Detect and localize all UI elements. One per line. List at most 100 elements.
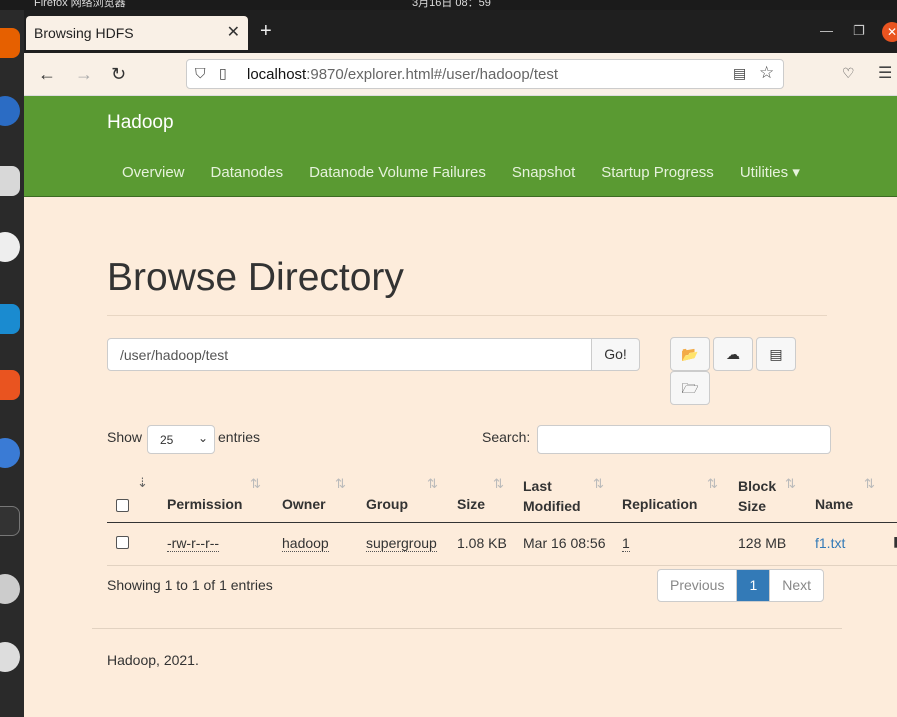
page-length-select[interactable]: 25 ⌄ <box>147 425 215 454</box>
folder-open-icon: 📂 <box>681 346 699 362</box>
col-size[interactable]: Size <box>457 496 485 512</box>
new-tab-icon[interactable]: + <box>260 20 272 43</box>
footer-divider <box>92 628 842 629</box>
pocket-icon[interactable]: ♡ <box>842 65 855 82</box>
nav-volume-failures[interactable]: Datanode Volume Failures <box>309 164 486 181</box>
drive-icon[interactable] <box>0 642 20 672</box>
search-label: Search: <box>482 429 531 445</box>
nav-toolbar: ← → ↻ ⛉ ▯ localhost:9870/explorer.html#/… <box>24 53 897 96</box>
shield-icon[interactable]: ⛉ <box>195 65 206 82</box>
list-icon: ▤ <box>769 346 783 362</box>
sort-icon[interactable]: ⇅ <box>250 476 261 492</box>
software-icon[interactable] <box>0 370 20 400</box>
row-divider <box>107 565 897 566</box>
previous-button[interactable]: Previous <box>658 570 738 601</box>
files-icon[interactable] <box>0 166 20 196</box>
search-input[interactable] <box>537 425 831 454</box>
bookmark-star-icon[interactable]: ☆ <box>759 63 774 83</box>
col-block-size[interactable]: Block Size <box>738 476 783 516</box>
cell-size: 1.08 KB <box>457 535 507 551</box>
upload-button[interactable]: ☁ <box>713 337 753 371</box>
col-permission[interactable]: Permission <box>167 496 242 512</box>
page-1-button[interactable]: 1 <box>737 570 771 601</box>
nav-overview[interactable]: Overview <box>122 164 185 181</box>
sort-icon[interactable]: ⇅ <box>493 476 504 492</box>
tab-title: Browsing HDFS <box>34 25 134 41</box>
cell-group[interactable]: supergroup <box>366 535 437 552</box>
trash-icon[interactable]: ▮ <box>893 533 897 550</box>
firefox-icon[interactable] <box>0 28 20 58</box>
sort-icon[interactable]: ⇅ <box>864 476 875 492</box>
cell-owner[interactable]: hadoop <box>282 535 329 552</box>
file-link-f1[interactable]: f1.txt <box>815 535 845 551</box>
tab-browsing-hdfs[interactable]: Browsing HDFS ✕ <box>26 16 248 50</box>
col-group[interactable]: Group <box>366 496 408 512</box>
tab-bar: Browsing HDFS ✕ + — ❐ ✕ <box>24 10 897 53</box>
table-header: ⇣ Permission ⇅ Owner ⇅ Group ⇅ Size ⇅ La… <box>107 471 897 523</box>
hamburger-menu-icon[interactable]: ☰ <box>878 63 892 83</box>
restore-icon[interactable]: ❐ <box>853 23 865 39</box>
nav-snapshot[interactable]: Snapshot <box>512 164 575 181</box>
sort-icon[interactable]: ⇅ <box>335 476 346 492</box>
forward-icon[interactable]: → <box>75 64 93 85</box>
nav-utilities[interactable]: Utilities ▾ <box>740 164 800 181</box>
os-app-name: Firefox 网络浏览器 <box>34 0 126 9</box>
terminal-icon[interactable] <box>0 506 20 536</box>
col-last-modified[interactable]: Last Modified <box>523 476 583 516</box>
tab-close-icon[interactable]: ✕ <box>227 22 240 42</box>
brand-hadoop[interactable]: Hadoop <box>107 112 174 134</box>
sort-icon[interactable]: ⇅ <box>593 476 604 492</box>
cloud-upload-icon: ☁ <box>726 346 740 362</box>
cell-permission[interactable]: -rw-r--r-- <box>167 535 220 552</box>
cut-paste-button[interactable]: ▤ <box>756 337 796 371</box>
sort-icon[interactable]: ⇅ <box>427 476 438 492</box>
minimize-icon[interactable]: — <box>820 23 833 38</box>
page-length-value: 25 <box>160 433 174 447</box>
url-text[interactable]: localhost:9870/explorer.html#/user/hadoo… <box>247 66 558 83</box>
directory-path-input[interactable]: /user/hadoop/test <box>107 338 592 371</box>
url-host: localhost <box>247 66 307 83</box>
disc-icon[interactable] <box>0 574 20 604</box>
next-button[interactable]: Next <box>770 570 823 601</box>
nav-startup-progress[interactable]: Startup Progress <box>601 164 714 181</box>
page-info-icon[interactable]: ▯ <box>219 65 227 82</box>
thunderbird-icon[interactable] <box>0 96 20 126</box>
dock <box>0 10 24 717</box>
rhythmbox-icon[interactable] <box>0 232 20 262</box>
folder-move-icon: 🗁 <box>681 380 699 396</box>
window-close-icon[interactable]: ✕ <box>882 22 897 42</box>
cell-replication[interactable]: 1 <box>622 535 630 552</box>
chevron-down-icon: ⌄ <box>197 431 208 445</box>
go-button[interactable]: Go! <box>591 338 640 371</box>
sort-icon[interactable]: ⇣ <box>137 475 148 491</box>
page-content: Hadoop Overview Datanodes Datanode Volume … <box>24 96 897 717</box>
select-all-checkbox[interactable] <box>116 499 129 512</box>
sort-icon[interactable]: ⇅ <box>785 476 796 492</box>
reload-icon[interactable]: ↻ <box>111 64 126 85</box>
help-icon[interactable] <box>0 438 20 468</box>
back-icon[interactable]: ← <box>38 64 56 85</box>
pagination: Previous 1 Next <box>657 569 825 602</box>
create-directory-button[interactable]: 📂 <box>670 337 710 371</box>
col-replication[interactable]: Replication <box>622 496 697 512</box>
url-path: :9870/explorer.html#/user/hadoop/test <box>306 66 559 83</box>
nav-datanodes[interactable]: Datanodes <box>211 164 284 181</box>
sort-icon[interactable]: ⇅ <box>707 476 718 492</box>
table-info: Showing 1 to 1 of 1 entries <box>107 577 273 593</box>
cell-block-size: 128 MB <box>738 535 787 551</box>
url-bar[interactable]: ⛉ ▯ localhost:9870/explorer.html#/user/h… <box>186 59 784 89</box>
show-label: Show <box>107 429 143 445</box>
os-clock: 3月16日 08：59 <box>412 0 491 9</box>
row-checkbox[interactable] <box>116 536 129 549</box>
reader-view-icon[interactable]: ▤ <box>733 65 746 82</box>
col-name[interactable]: Name <box>815 496 853 512</box>
hadoop-navbar: Hadoop Overview Datanodes Datanode Volume … <box>24 96 897 197</box>
writer-icon[interactable] <box>0 304 20 334</box>
divider <box>107 315 827 316</box>
footer-text: Hadoop, 2021. <box>107 652 199 668</box>
page-title: Browse Directory <box>107 256 404 299</box>
nav-menu: Overview Datanodes Datanode Volume Failure… <box>122 163 826 181</box>
col-owner[interactable]: Owner <box>282 496 326 512</box>
move-button[interactable]: 🗁 <box>670 371 710 405</box>
entries-label: entries <box>218 429 261 445</box>
